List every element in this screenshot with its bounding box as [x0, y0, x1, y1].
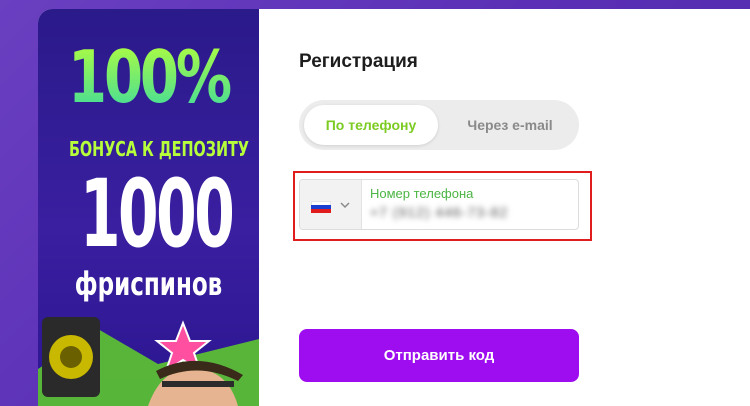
promo-bonus-text: БОНУСА К ДЕПОЗИТУ	[68, 137, 249, 161]
registration-method-tabs: По телефону Через e-mail	[299, 100, 579, 150]
promo-artwork	[38, 317, 259, 406]
promo-percent: 100%	[62, 37, 234, 117]
registration-modal: 100% БОНУСА К ДЕПОЗИТУ 1000 фриспинов Ре…	[38, 9, 750, 406]
country-selector[interactable]	[300, 180, 362, 229]
tab-by-email[interactable]: Через e-mail	[445, 105, 575, 145]
russia-flag-icon	[311, 201, 331, 213]
tab-by-phone[interactable]: По телефону	[304, 105, 438, 145]
chevron-down-icon	[340, 202, 350, 209]
send-code-button[interactable]: Отправить код	[299, 329, 579, 382]
promo-freespins-label: фриспинов	[74, 265, 223, 303]
phone-label: Номер телефона	[370, 186, 474, 201]
form-title: Регистрация	[299, 51, 418, 72]
phone-field[interactable]: Номер телефона +7 (912) 446-73-82	[299, 179, 579, 230]
promo-freespins-count: 1000	[79, 160, 235, 269]
registration-form: Регистрация По телефону Через e-mail Ном…	[259, 9, 750, 406]
phone-input[interactable]: +7 (912) 446-73-82	[370, 204, 508, 220]
promo-banner: 100% БОНУСА К ДЕПОЗИТУ 1000 фриспинов	[38, 9, 259, 406]
